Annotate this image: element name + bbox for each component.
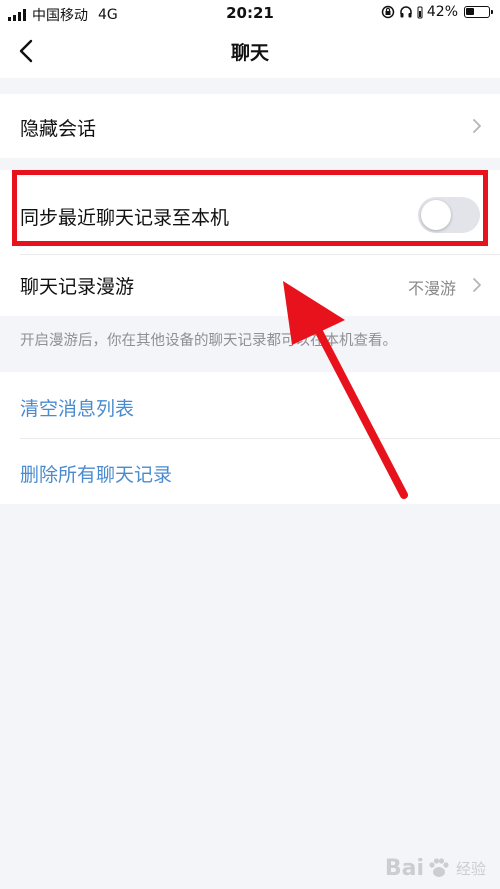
chevron-right-icon: [473, 119, 481, 133]
row-divider: [20, 438, 500, 439]
status-right: 42%: [381, 4, 493, 20]
watermark-brand-suffix: 经验: [455, 859, 486, 878]
chat-roaming-label: 聊天记录漫游: [20, 276, 135, 298]
delete-all-records-row[interactable]: 删除所有聊天记录: [0, 438, 500, 504]
roaming-hint-text: 开启漫游后，你在其他设备的聊天记录都可以在本机查看。: [20, 333, 397, 349]
battery-fill: [466, 8, 474, 15]
hide-conversation-row[interactable]: 隐藏会话: [0, 94, 500, 158]
chat-roaming-row[interactable]: 聊天记录漫游 不漫游: [0, 254, 500, 316]
rotation-lock-icon: [381, 5, 395, 19]
battery-saver-icon: [417, 6, 423, 18]
clear-message-list-row[interactable]: 清空消息列表: [0, 372, 500, 438]
watermark-brand-prefix: Bai: [384, 855, 424, 881]
delete-all-records-button[interactable]: 删除所有聊天记录: [20, 460, 172, 487]
nav-bar: 聊天: [0, 26, 500, 78]
chevron-right-icon: [473, 278, 481, 292]
paw-icon: [429, 858, 449, 877]
watermark-logo: Bai 经验: [385, 855, 486, 881]
chat-roaming-value: 不漫游: [407, 279, 456, 298]
clear-message-list-button[interactable]: 清空消息列表: [20, 394, 134, 421]
page-title: 聊天: [230, 42, 269, 64]
battery-percent: 42%: [426, 4, 458, 20]
status-bar: 中国移动 4G 20:21 42%: [0, 0, 500, 26]
headphones-icon: [400, 6, 412, 18]
hide-conversation-label: 隐藏会话: [20, 118, 97, 140]
battery-icon: [464, 6, 493, 18]
row-divider: [20, 254, 500, 255]
annotation-highlight-box: [12, 170, 488, 246]
